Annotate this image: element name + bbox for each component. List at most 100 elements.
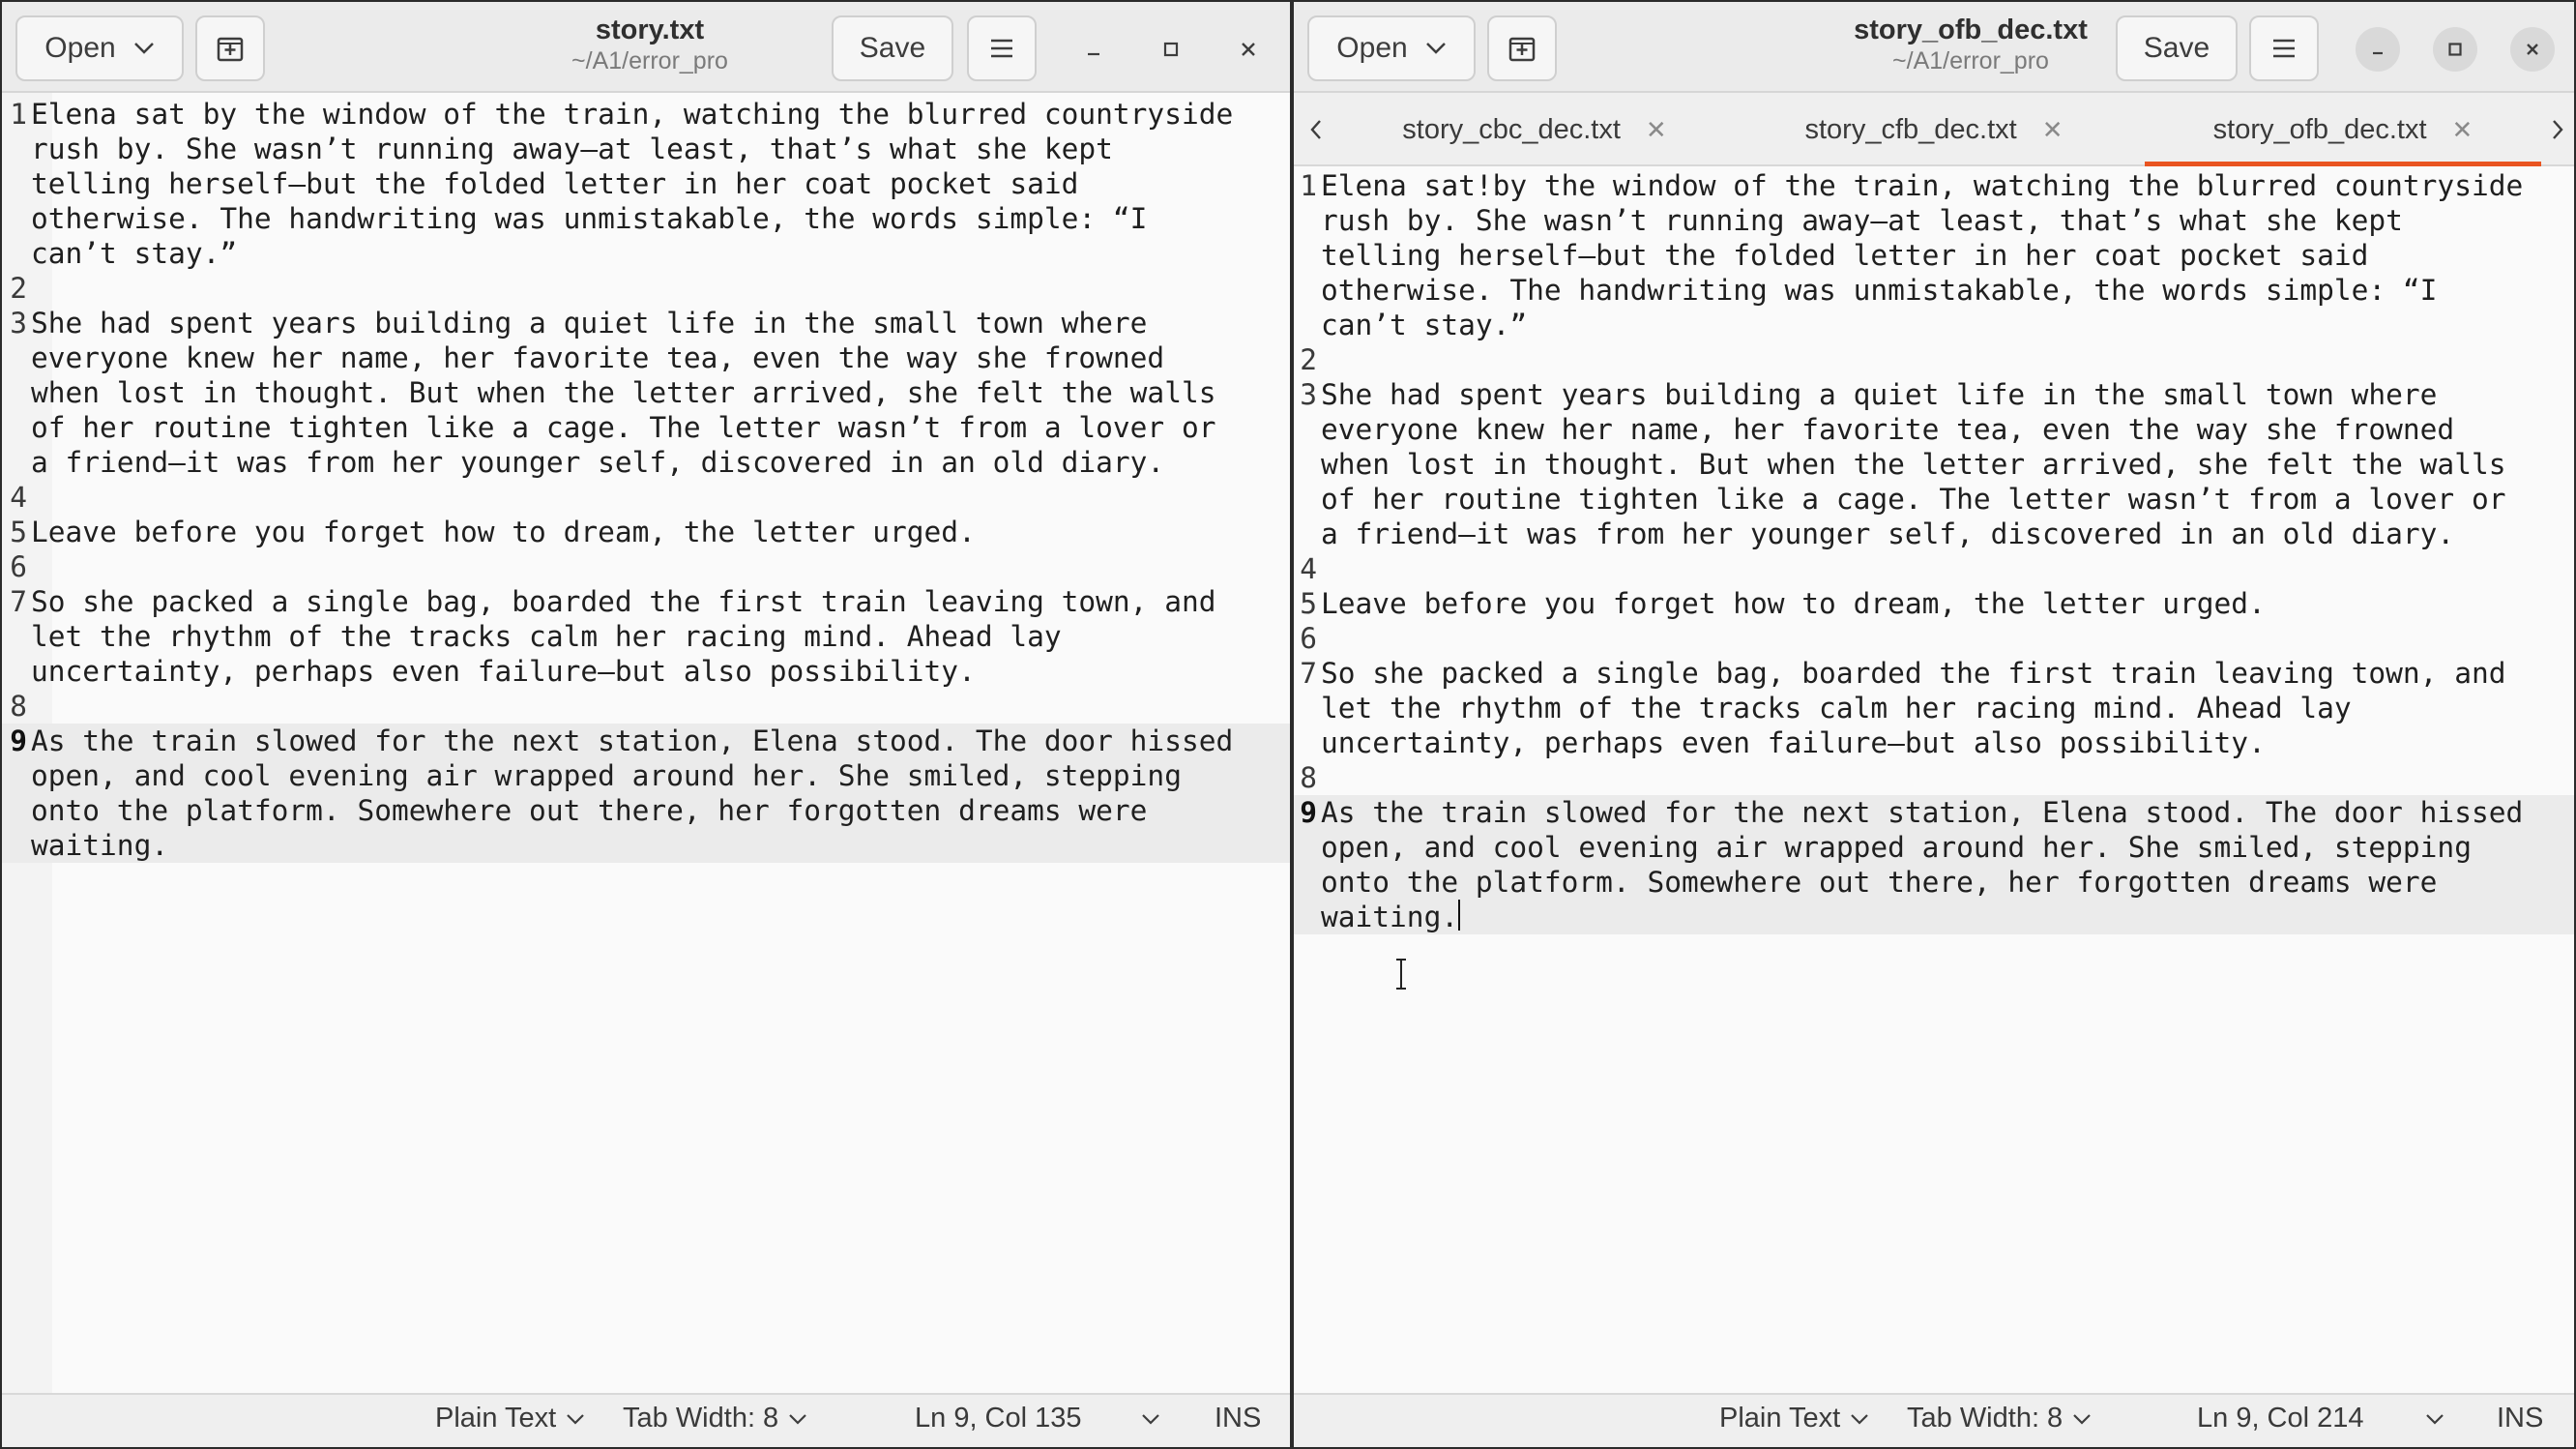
- line-number: [1294, 447, 1321, 482]
- text-line[interactable]: 7 So she packed a single bag, boarded the…: [2, 584, 1290, 619]
- text-line[interactable]: 4: [2, 480, 1290, 515]
- text-line[interactable]: 7 So she packed a single bag, boarded the…: [1294, 656, 2574, 691]
- text-line[interactable]: open, and cool evening air wrapped aroun…: [1294, 830, 2574, 865]
- text-line[interactable]: 8: [1294, 760, 2574, 795]
- save-button[interactable]: Save: [832, 15, 953, 81]
- text-line[interactable]: 3 She had spent years building a quiet li…: [1294, 377, 2574, 412]
- close-window-button[interactable]: [2510, 27, 2555, 72]
- line-number: [1294, 482, 1321, 517]
- text-line[interactable]: onto the platform. Somewhere out there, …: [2, 793, 1290, 828]
- text-line[interactable]: rush by. She wasn’t running away—at leas…: [1294, 203, 2574, 238]
- chevron-right-icon: [2553, 120, 2563, 139]
- text-lines: 1 Elena sat by the window of the train, w…: [2, 93, 1290, 863]
- text-line[interactable]: can’t stay.”: [1294, 308, 2574, 342]
- text-line[interactable]: let the rhythm of the tracks calm her ra…: [1294, 691, 2574, 725]
- text-line[interactable]: 2: [2, 271, 1290, 306]
- text-line[interactable]: let the rhythm of the tracks calm her ra…: [2, 619, 1290, 654]
- tab-story-cfb-dec[interactable]: story_cfb_dec.txt ✕: [1733, 93, 2135, 166]
- text-line[interactable]: 6: [1294, 621, 2574, 656]
- text-line[interactable]: otherwise. The handwriting was unmistaka…: [1294, 273, 2574, 308]
- text-line[interactable]: of her routine tighten like a cage. The …: [1294, 482, 2574, 517]
- line-text: She had spent years building a quiet lif…: [1321, 378, 2438, 411]
- scroll-tabs-right-button[interactable]: [2541, 93, 2574, 166]
- text-line[interactable]: a friend—it was from her younger self, d…: [2, 445, 1290, 480]
- close-window-button[interactable]: [1226, 27, 1271, 72]
- text-line[interactable]: rush by. She wasn’t running away—at leas…: [2, 132, 1290, 166]
- text-line[interactable]: 8: [2, 689, 1290, 724]
- line-number: [1294, 517, 1321, 551]
- text-line[interactable]: can’t stay.”: [2, 236, 1290, 271]
- main-menu-button[interactable]: [967, 15, 1037, 81]
- line-number: 4: [1300, 552, 1317, 585]
- close-tab-icon[interactable]: ✕: [2452, 115, 2474, 145]
- text-editor-area[interactable]: 1 Elena sat!by the window of the train, w…: [1294, 166, 2574, 1393]
- line-text: when lost in thought. But when the lette…: [31, 376, 1216, 409]
- text-line[interactable]: 3 She had spent years building a quiet li…: [2, 306, 1290, 340]
- line-text: let the rhythm of the tracks calm her ra…: [31, 620, 1062, 653]
- hamburger-menu-icon: [991, 39, 1012, 58]
- new-tab-button[interactable]: [195, 15, 265, 81]
- chevron-down-icon: [133, 43, 154, 54]
- chevron-down-icon: [2073, 1413, 2091, 1425]
- editor-window-story-ofb-dec: Open story_ofb_dec.txt ~/A1/error_pro Sa…: [1292, 0, 2576, 1449]
- text-line[interactable]: 5 Leave before you forget how to dream, t…: [1294, 586, 2574, 621]
- text-line[interactable]: waiting.: [1294, 900, 2574, 934]
- line-number: 8: [10, 690, 27, 723]
- scroll-tabs-left-button[interactable]: [1300, 93, 1332, 166]
- save-button[interactable]: Save: [2116, 15, 2238, 81]
- text-line[interactable]: 9 As the train slowed for the next statio…: [2, 724, 1290, 758]
- insert-mode-indicator[interactable]: INS: [1215, 1403, 1261, 1434]
- new-document-icon: [1508, 37, 1536, 62]
- text-line[interactable]: when lost in thought. But when the lette…: [1294, 447, 2574, 482]
- text-line[interactable]: waiting.: [2, 828, 1290, 863]
- cursor-position[interactable]: Ln 9, Col 135: [915, 1403, 1160, 1434]
- tab-story-ofb-dec[interactable]: story_ofb_dec.txt ✕: [2145, 93, 2541, 166]
- line-number: [2, 445, 31, 480]
- tab-story-cbc-dec[interactable]: story_cbc_dec.txt ✕: [1336, 93, 1733, 166]
- text-line[interactable]: 4: [1294, 551, 2574, 586]
- tab-width-selector[interactable]: Tab Width: 8: [623, 1403, 807, 1434]
- close-tab-icon[interactable]: ✕: [2042, 115, 2064, 145]
- text-line[interactable]: 1 Elena sat by the window of the train, w…: [2, 97, 1290, 132]
- text-line[interactable]: otherwise. The handwriting was unmistaka…: [2, 201, 1290, 236]
- text-line[interactable]: 6: [2, 549, 1290, 584]
- document-tab-bar: story_cbc_dec.txt ✕ story_cfb_dec.txt ✕ …: [1294, 93, 2574, 166]
- text-line[interactable]: telling herself—but the folded letter in…: [2, 166, 1290, 201]
- text-line[interactable]: everyone knew her name, her favorite tea…: [1294, 412, 2574, 447]
- tab-width-label: Tab Width: 8: [623, 1403, 779, 1434]
- text-line[interactable]: onto the platform. Somewhere out there, …: [1294, 865, 2574, 900]
- open-button[interactable]: Open: [1307, 15, 1476, 81]
- minimize-button[interactable]: [1071, 27, 1116, 72]
- text-line[interactable]: 2: [1294, 342, 2574, 377]
- text-line[interactable]: uncertainty, perhaps even failure—but al…: [1294, 725, 2574, 760]
- text-line[interactable]: when lost in thought. But when the lette…: [2, 375, 1290, 410]
- line-number: [2, 340, 31, 375]
- minimize-button[interactable]: [2356, 27, 2400, 72]
- text-editor-area[interactable]: 1 Elena sat by the window of the train, w…: [2, 93, 1290, 1393]
- open-button[interactable]: Open: [15, 15, 184, 81]
- new-document-icon: [217, 37, 244, 62]
- editor-window-story-txt: Open story.txt ~/A1/error_pro Save 1 Elen…: [0, 0, 1292, 1449]
- text-line[interactable]: 9 As the train slowed for the next statio…: [1294, 795, 2574, 830]
- new-tab-button[interactable]: [1487, 15, 1557, 81]
- close-tab-icon[interactable]: ✕: [1646, 115, 1667, 145]
- insert-mode-indicator[interactable]: INS: [2497, 1403, 2543, 1434]
- text-line[interactable]: open, and cool evening air wrapped aroun…: [2, 758, 1290, 793]
- text-line[interactable]: everyone knew her name, her favorite tea…: [2, 340, 1290, 375]
- line-number: [1294, 725, 1321, 760]
- text-line[interactable]: uncertainty, perhaps even failure—but al…: [2, 654, 1290, 689]
- language-selector[interactable]: Plain Text: [435, 1403, 585, 1434]
- maximize-button[interactable]: [1149, 27, 1193, 72]
- text-line[interactable]: telling herself—but the folded letter in…: [1294, 238, 2574, 273]
- language-selector[interactable]: Plain Text: [1719, 1403, 1869, 1434]
- text-line[interactable]: a friend—it was from her younger self, d…: [1294, 517, 2574, 551]
- line-text: waiting.: [1321, 901, 1459, 933]
- tab-width-selector[interactable]: Tab Width: 8: [1907, 1403, 2092, 1434]
- text-line[interactable]: 5 Leave before you forget how to dream, t…: [2, 515, 1290, 549]
- main-menu-button[interactable]: [2249, 15, 2319, 81]
- text-line[interactable]: 1 Elena sat!by the window of the train, w…: [1294, 168, 2574, 203]
- cursor-position[interactable]: Ln 9, Col 214: [2197, 1403, 2444, 1434]
- close-icon: [1242, 43, 1255, 56]
- text-line[interactable]: of her routine tighten like a cage. The …: [2, 410, 1290, 445]
- maximize-button[interactable]: [2433, 27, 2477, 72]
